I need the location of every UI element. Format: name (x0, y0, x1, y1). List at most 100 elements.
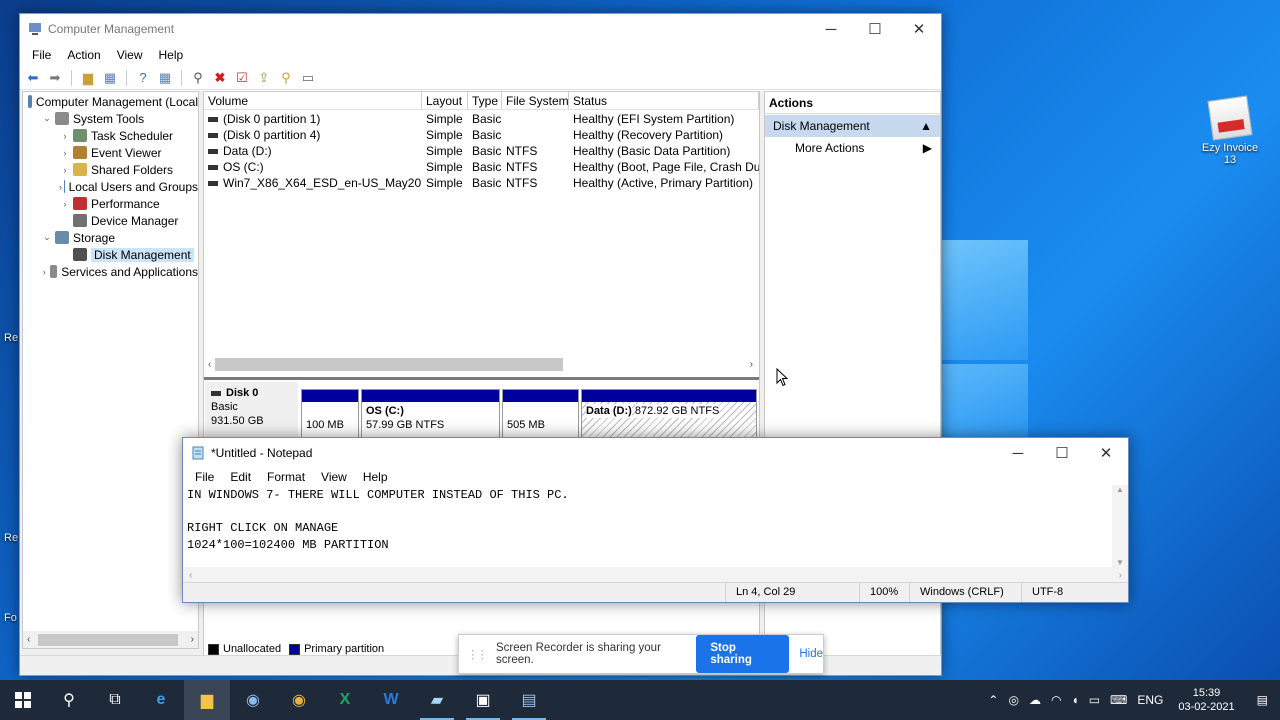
expand-right-icon[interactable]: › (59, 165, 71, 175)
menu-action[interactable]: Action (59, 48, 108, 62)
table-row[interactable]: Win7_X86_X64_ESD_en-US_May2014 (E:) Simpl… (204, 175, 759, 191)
expand-down-icon[interactable]: ⌄ (41, 232, 53, 243)
menu-view[interactable]: View (313, 470, 355, 484)
horizontal-scrollbar[interactable]: ‹ › (183, 567, 1128, 583)
tree-item[interactable]: › Event Viewer (23, 144, 198, 161)
vertical-scrollbar[interactable]: ▲ ▼ (1112, 485, 1128, 567)
tree-item[interactable]: › Shared Folders (23, 161, 198, 178)
stop-sharing-button[interactable]: Stop sharing (696, 635, 790, 673)
partition-efi[interactable]: 100 MB (301, 389, 359, 441)
scroll-left-icon[interactable]: ‹ (23, 634, 34, 645)
minimize-button[interactable]: ─ (809, 14, 853, 44)
partition-os[interactable]: OS (C:) 57.99 GB NTFS (361, 389, 500, 441)
maximize-button[interactable]: ☐ (1040, 438, 1084, 468)
tree-item[interactable]: › Task Scheduler (23, 127, 198, 144)
search-icon[interactable]: ⚲ (277, 69, 295, 87)
more-actions-item[interactable]: More Actions ▶ (765, 137, 940, 159)
minimize-button[interactable]: ─ (996, 438, 1040, 468)
collapse-up-icon[interactable]: ▲ (920, 115, 932, 137)
expand-right-icon[interactable]: › (59, 148, 71, 158)
taskbar-file-explorer[interactable]: ▆ (184, 680, 230, 720)
drag-handle-icon[interactable]: ⋮⋮ (467, 647, 488, 661)
taskbar-app[interactable]: ◉ (230, 680, 276, 720)
tree-item[interactable]: ⌄ Storage (23, 229, 198, 246)
start-button[interactable] (0, 680, 46, 720)
taskbar-word[interactable]: W (368, 680, 414, 720)
volume-horizontal-scrollbar[interactable]: ‹ › (204, 355, 759, 373)
close-button[interactable]: ✕ (897, 14, 941, 44)
menu-edit[interactable]: Edit (222, 470, 259, 484)
expand-down-icon[interactable]: ⌄ (41, 113, 53, 124)
expand-right-icon[interactable]: › (59, 199, 71, 209)
task-view-button[interactable]: ⧉ (92, 680, 138, 720)
close-button[interactable]: ✕ (1084, 438, 1128, 468)
menu-file[interactable]: File (187, 470, 222, 484)
actions-section-disk-management[interactable]: Disk Management ▲ (765, 115, 940, 137)
notepad-text-area[interactable]: IN WINDOWS 7- THERE WILL COMPUTER INSTEA… (183, 485, 1112, 567)
up-folder-icon[interactable]: ▆ (79, 69, 97, 87)
connect-icon[interactable]: ⚲ (189, 69, 207, 87)
column-status[interactable]: Status (569, 92, 759, 109)
taskbar-excel[interactable]: X (322, 680, 368, 720)
volume-icon[interactable]: ◖ (1066, 693, 1083, 707)
column-file-system[interactable]: File System (502, 92, 569, 109)
export-icon[interactable]: ⇪ (255, 69, 273, 87)
expand-right-icon[interactable]: › (59, 182, 62, 192)
partition-data[interactable]: Data (D:) 872.92 GB NTFS (581, 389, 757, 441)
tree-item[interactable]: Device Manager (23, 212, 198, 229)
expand-right-icon[interactable]: › (59, 131, 71, 141)
meet-now-icon[interactable]: ◎ (1003, 693, 1023, 707)
language-indicator[interactable]: ENG (1132, 693, 1168, 707)
properties-icon[interactable]: ▭ (299, 69, 317, 87)
tree-item[interactable]: Computer Management (Local (23, 93, 198, 110)
tree-item[interactable]: › Services and Applications (23, 263, 198, 280)
taskbar-computer-management[interactable]: ▤ (506, 680, 552, 720)
desktop-icon-ezy-invoice[interactable]: Ezy Invoice 13 (1198, 95, 1262, 166)
table-row[interactable]: OS (C:) Simple Basic NTFS Healthy (Boot, Pag… (204, 159, 759, 175)
forward-arrow-icon[interactable]: ➡ (46, 69, 64, 87)
taskbar-chrome[interactable]: ◉ (276, 680, 322, 720)
wifi-icon[interactable]: ◠ (1046, 693, 1066, 707)
column-volume[interactable]: Volume (204, 92, 422, 109)
notifications-icon[interactable]: ▤ (1245, 693, 1280, 707)
menu-file[interactable]: File (24, 48, 59, 62)
show-action-pane-icon[interactable]: ▦ (156, 69, 174, 87)
help-icon[interactable]: ? (134, 69, 152, 87)
menu-format[interactable]: Format (259, 470, 313, 484)
column-layout[interactable]: Layout (422, 92, 468, 109)
search-button[interactable]: ⚲ (46, 680, 92, 720)
title-bar[interactable]: *Untitled - Notepad ─ ☐ ✕ (183, 438, 1128, 468)
scroll-up-icon[interactable]: ▲ (1112, 485, 1128, 494)
menu-view[interactable]: View (109, 48, 151, 62)
scroll-thumb[interactable] (215, 357, 564, 371)
tree-item[interactable]: ⌄ System Tools (23, 110, 198, 127)
taskbar-screen-recorder[interactable]: ▣ (460, 680, 506, 720)
scroll-left-icon[interactable]: ‹ (189, 570, 192, 581)
table-row[interactable]: (Disk 0 partition 4) Simple Basic Healthy (… (204, 127, 759, 143)
title-bar[interactable]: Computer Management ─ ☐ ✕ (20, 14, 941, 44)
back-arrow-icon[interactable]: ⬅ (24, 69, 42, 87)
scroll-right-icon[interactable]: › (744, 359, 759, 370)
column-type[interactable]: Type (468, 92, 502, 109)
menu-help[interactable]: Help (151, 48, 192, 62)
taskbar-edge[interactable]: e (138, 680, 184, 720)
check-icon[interactable]: ☑ (233, 69, 251, 87)
expand-right-icon[interactable]: › (41, 267, 48, 277)
show-hide-tree-icon[interactable]: ▦ (101, 69, 119, 87)
clock[interactable]: 15:39 03-02-2021 (1168, 686, 1244, 714)
hide-link[interactable]: Hide (799, 648, 823, 660)
scroll-down-icon[interactable]: ▼ (1112, 558, 1128, 567)
tree-item[interactable]: › Performance (23, 195, 198, 212)
delete-icon[interactable]: ✖ (211, 69, 229, 87)
tree-item[interactable]: Disk Management (23, 246, 198, 263)
tree-horizontal-scrollbar[interactable]: ‹ › (23, 631, 198, 648)
scroll-right-icon[interactable]: › (187, 634, 198, 645)
table-row[interactable]: Data (D:) Simple Basic NTFS Healthy (Basic D… (204, 143, 759, 159)
tree-item[interactable]: › Local Users and Groups (23, 178, 198, 195)
battery-icon[interactable]: ▭ (1084, 693, 1105, 707)
menu-help[interactable]: Help (355, 470, 396, 484)
maximize-button[interactable]: ☐ (853, 14, 897, 44)
keyboard-icon[interactable]: ⌨ (1105, 693, 1132, 707)
partition-recovery[interactable]: 505 MB (502, 389, 579, 441)
scroll-thumb[interactable] (38, 633, 179, 646)
